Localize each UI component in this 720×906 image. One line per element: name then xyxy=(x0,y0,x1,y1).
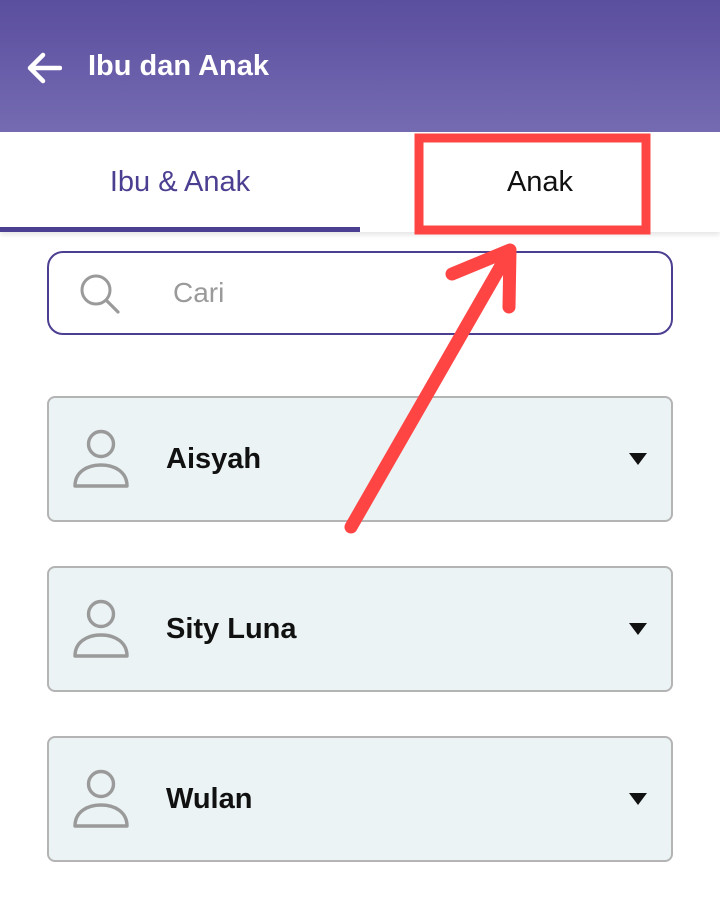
search-icon xyxy=(80,274,120,314)
tab-bar: Ibu & Anak Anak xyxy=(0,132,720,232)
app-bar: Ibu dan Anak xyxy=(0,0,720,132)
list-item[interactable]: Wulan xyxy=(47,736,673,862)
search-input[interactable] xyxy=(173,267,643,319)
person-icon xyxy=(73,429,129,488)
caret-down-icon[interactable] xyxy=(629,453,647,465)
list-item[interactable]: Aisyah xyxy=(47,396,673,522)
screen: Ibu dan Anak Ibu & Anak Anak Aisyah xyxy=(0,0,720,906)
person-name: Aisyah xyxy=(166,443,262,475)
person-icon xyxy=(73,599,129,658)
search-box xyxy=(47,251,673,335)
person-name: Sity Luna xyxy=(166,613,297,645)
tab-anak[interactable]: Anak xyxy=(360,132,720,232)
caret-down-icon[interactable] xyxy=(629,793,647,805)
caret-down-icon[interactable] xyxy=(629,623,647,635)
person-list: Aisyah Sity Luna Wulan xyxy=(47,396,673,906)
tab-label: Ibu & Anak xyxy=(109,165,251,198)
back-button[interactable] xyxy=(22,46,66,90)
list-item[interactable]: Sity Luna xyxy=(47,566,673,692)
arrow-left-icon xyxy=(27,52,62,84)
tab-ibu-anak[interactable]: Ibu & Anak xyxy=(0,132,360,232)
person-icon xyxy=(73,769,129,828)
tab-label: Anak xyxy=(506,165,574,198)
person-name: Wulan xyxy=(166,783,253,815)
page-title: Ibu dan Anak xyxy=(88,50,269,82)
selected-tab-indicator xyxy=(0,227,360,232)
